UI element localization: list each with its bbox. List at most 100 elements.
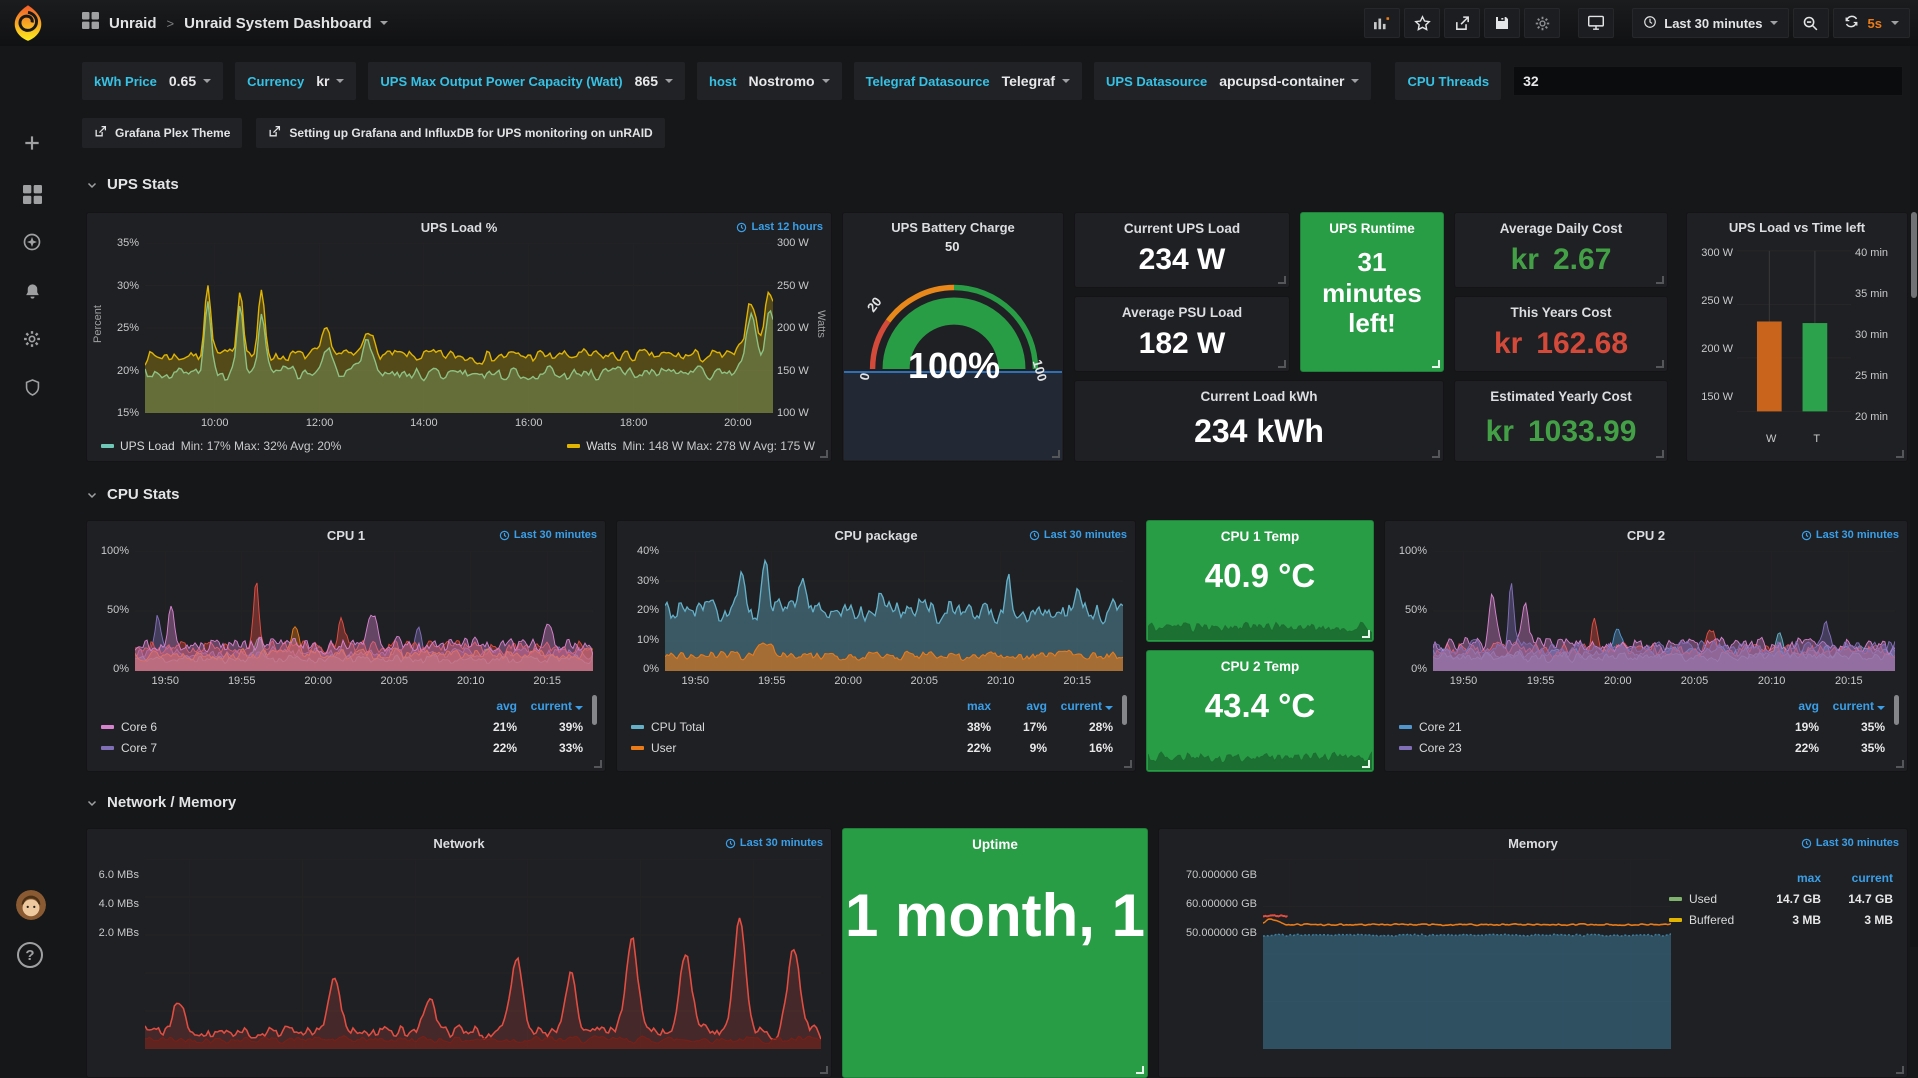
- variable-value-dropdown[interactable]: 0.65: [169, 73, 211, 89]
- section-ups-stats[interactable]: UPS Stats: [86, 176, 179, 193]
- stat-value: kr162.68: [1455, 327, 1667, 361]
- page-scrollbar-thumb[interactable]: [1911, 212, 1917, 298]
- panel-title[interactable]: CPU 2 Temp: [1147, 651, 1373, 674]
- settings-gear-button[interactable]: [1524, 8, 1560, 38]
- clock-icon: [499, 530, 510, 541]
- panel-timerange-link[interactable]: Last 30 minutes: [499, 529, 597, 541]
- x-axis-tick: 19:55: [758, 675, 786, 687]
- dashboards-icon[interactable]: [16, 178, 48, 210]
- zoom-out-button[interactable]: [1793, 8, 1829, 38]
- dashboard-title[interactable]: Unraid System Dashboard: [184, 15, 372, 32]
- stat-value: 31 minutes left!: [1301, 247, 1443, 339]
- y-axis-tick: 300 W: [777, 237, 825, 249]
- stat-value: 1 month, 1: [843, 881, 1147, 950]
- star-button[interactable]: [1404, 8, 1440, 38]
- legend-series-toggle[interactable]: Used: [1669, 892, 1751, 906]
- add-panel-button[interactable]: [1364, 8, 1400, 38]
- y-axis-tick: 300 W: [1701, 247, 1733, 259]
- alerting-bell-icon[interactable]: [16, 275, 48, 307]
- legend-sort-current[interactable]: current: [1821, 871, 1893, 885]
- panel-title[interactable]: Uptime: [843, 829, 1147, 852]
- external-link-icon: [268, 125, 281, 141]
- panel-timerange-link[interactable]: Last 12 hours: [736, 221, 823, 233]
- section-network-memory[interactable]: Network / Memory: [86, 794, 236, 811]
- panel-title[interactable]: Average PSU Load: [1075, 297, 1289, 320]
- configuration-gear-icon[interactable]: [16, 323, 48, 355]
- panel-title[interactable]: Memory: [1159, 829, 1907, 851]
- y-axis-tick: 25 min: [1855, 370, 1905, 382]
- legend-sort-max[interactable]: max: [929, 699, 991, 713]
- panel-title[interactable]: Estimated Yearly Cost: [1455, 381, 1667, 404]
- panel-timerange-link[interactable]: Last 30 minutes: [1801, 837, 1899, 849]
- legend-series-toggle[interactable]: Buffered: [1669, 913, 1751, 927]
- breadcrumb-folder[interactable]: Unraid: [109, 15, 157, 32]
- legend-series-toggle[interactable]: Core 21: [1399, 720, 1763, 734]
- create-plus-icon[interactable]: [16, 127, 48, 159]
- legend-series-toggle[interactable]: Core 23: [1399, 741, 1763, 755]
- legend-series-toggle[interactable]: User: [631, 741, 929, 755]
- dashboards-grid-icon[interactable]: [82, 12, 99, 34]
- link-ups-monitoring-guide[interactable]: Setting up Grafana and InfluxDB for UPS …: [256, 118, 664, 148]
- legend-item-watts[interactable]: Watts Min: 148 W Max: 278 W Avg: 175 W: [567, 439, 815, 453]
- y-axis-tick: 35 min: [1855, 288, 1905, 300]
- variable-value-dropdown[interactable]: Telegraf: [1002, 73, 1070, 89]
- legend-scrollbar[interactable]: [592, 695, 597, 725]
- panel-timerange-link[interactable]: Last 30 minutes: [1029, 529, 1127, 541]
- panel-title[interactable]: Network: [87, 829, 831, 851]
- chevron-down-icon: [822, 79, 830, 83]
- variable-value-dropdown[interactable]: apcupsd-container: [1219, 73, 1359, 89]
- clock-icon: [736, 222, 747, 233]
- panel-timerange-link[interactable]: Last 30 minutes: [725, 837, 823, 849]
- legend-swatch: [1669, 918, 1682, 922]
- legend-sort-current[interactable]: current: [1047, 699, 1113, 713]
- panel-title[interactable]: Average Daily Cost: [1455, 213, 1667, 236]
- variable-label: Currency: [247, 74, 304, 89]
- legend-row: Core 23 22%35%: [1399, 737, 1885, 758]
- share-button[interactable]: [1444, 8, 1480, 38]
- legend-scrollbar[interactable]: [1894, 695, 1899, 725]
- legend-item-ups-load[interactable]: UPS Load Min: 17% Max: 32% Avg: 20%: [101, 439, 341, 453]
- y-axis-tick: 10%: [637, 634, 659, 646]
- x-axis-tick: 19:55: [1527, 675, 1555, 687]
- cpu-threads-input[interactable]: [1513, 66, 1903, 96]
- variable-value-dropdown[interactable]: kr: [316, 73, 344, 89]
- panel-title[interactable]: UPS Load vs Time left: [1687, 213, 1907, 235]
- time-range-picker[interactable]: Last 30 minutes: [1632, 8, 1788, 38]
- explore-compass-icon[interactable]: [16, 226, 48, 258]
- x-axis-tick: 20:00: [304, 675, 332, 687]
- user-avatar[interactable]: [16, 890, 46, 920]
- legend-sort-current[interactable]: current: [1819, 699, 1885, 713]
- legend-sort-max[interactable]: max: [1751, 871, 1821, 885]
- panel-title[interactable]: UPS Battery Charge: [843, 213, 1063, 235]
- legend-swatch: [1399, 746, 1412, 750]
- server-admin-shield-icon[interactable]: [16, 371, 48, 403]
- legend-series-toggle[interactable]: Core 6: [101, 720, 461, 734]
- legend-sort-avg[interactable]: avg: [991, 699, 1047, 713]
- grafana-logo[interactable]: [9, 4, 47, 42]
- panel-title[interactable]: This Years Cost: [1455, 297, 1667, 320]
- section-cpu-stats[interactable]: CPU Stats: [86, 486, 180, 503]
- legend-series-toggle[interactable]: Core 7: [101, 741, 461, 755]
- legend-swatch: [1399, 725, 1412, 729]
- variable-value-dropdown[interactable]: Nostromo: [748, 73, 829, 89]
- legend-sort-avg[interactable]: avg: [1763, 699, 1819, 713]
- legend-sort-current[interactable]: current: [517, 699, 583, 713]
- help-icon[interactable]: ?: [17, 942, 43, 968]
- panel-title[interactable]: CPU 1 Temp: [1147, 521, 1373, 544]
- save-button[interactable]: [1484, 8, 1520, 38]
- panel-timerange-link[interactable]: Last 30 minutes: [1801, 529, 1899, 541]
- x-axis-tick: 20:10: [457, 675, 485, 687]
- variable-value-dropdown[interactable]: 865: [635, 73, 673, 89]
- chevron-down-icon: [380, 21, 388, 25]
- legend-scrollbar[interactable]: [1122, 695, 1127, 725]
- panel-title[interactable]: Current Load kWh: [1075, 381, 1443, 404]
- tv-kiosk-button[interactable]: [1578, 8, 1614, 38]
- refresh-picker[interactable]: 5s: [1833, 8, 1910, 38]
- panel-title[interactable]: Current UPS Load: [1075, 213, 1289, 236]
- link-grafana-plex-theme[interactable]: Grafana Plex Theme: [82, 118, 242, 148]
- legend-series-toggle[interactable]: CPU Total: [631, 720, 929, 734]
- legend-sort-avg[interactable]: avg: [461, 699, 517, 713]
- panel-title[interactable]: UPS Runtime: [1301, 213, 1443, 236]
- panel-title[interactable]: UPS Load %: [87, 213, 831, 235]
- stat-value: 234 kWh: [1075, 413, 1443, 450]
